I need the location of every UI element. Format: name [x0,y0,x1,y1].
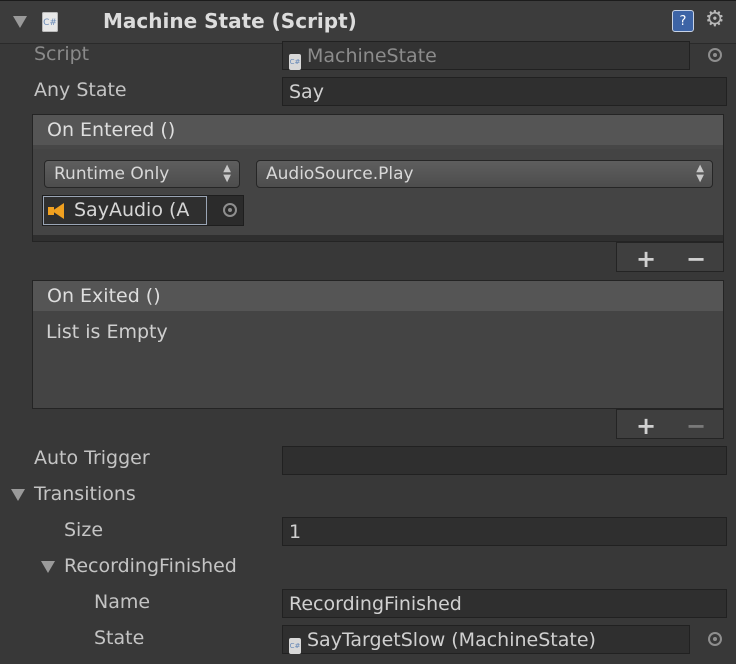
object-picker-icon[interactable] [223,203,237,217]
auto-trigger-field[interactable] [282,446,727,475]
add-button[interactable]: + [636,414,656,438]
object-picker-icon[interactable] [708,48,722,62]
any-state-label: Any State [34,79,127,101]
on-entered-header: On Entered () [33,115,723,145]
help-book-icon[interactable]: ? [672,10,694,32]
component-title: Machine State (Script) [103,9,357,33]
element-foldout-icon[interactable] [41,561,55,573]
object-picker-icon[interactable] [708,632,722,646]
csharp-script-icon: C# [42,12,58,32]
speaker-body [48,207,54,215]
csharp-script-icon: C# [289,638,301,654]
transitions-label[interactable]: Transitions [34,483,136,505]
add-button[interactable]: + [636,247,656,271]
object-field-value[interactable]: SayAudio (A [43,196,207,225]
name-field[interactable]: RecordingFinished [282,589,727,618]
remove-button[interactable]: − [686,247,706,271]
updown-arrow-icon: ▲ ▼ [223,163,231,184]
on-entered-footer [616,242,724,272]
name-label: Name [94,591,151,613]
runtime-dropdown[interactable]: Runtime Only ▲ ▼ [44,160,240,188]
on-exited-footer [616,409,724,439]
csharp-script-icon: C# [289,54,301,70]
auto-trigger-label: Auto Trigger [34,447,150,469]
state-field[interactable]: C# SayTargetSlow (MachineState) [282,625,690,654]
script-label: Script [34,43,90,65]
element-label[interactable]: RecordingFinished [64,555,237,577]
gear-icon[interactable]: ⚙ [705,9,725,31]
any-state-field[interactable]: Say [282,77,727,106]
size-label: Size [64,519,104,541]
on-exited-header: On Exited () [33,281,723,311]
state-label: State [94,627,145,649]
transitions-foldout-icon[interactable] [11,489,25,501]
component-foldout-icon[interactable] [13,16,27,28]
empty-list-text: List is Empty [46,321,168,343]
function-dropdown[interactable]: AudioSource.Play ▲ ▼ [256,160,713,188]
size-field[interactable]: 1 [282,517,727,546]
script-field[interactable]: C# MachineState [282,41,690,70]
remove-button[interactable]: − [686,414,706,438]
updown-arrow-icon: ▲ ▼ [696,163,704,184]
